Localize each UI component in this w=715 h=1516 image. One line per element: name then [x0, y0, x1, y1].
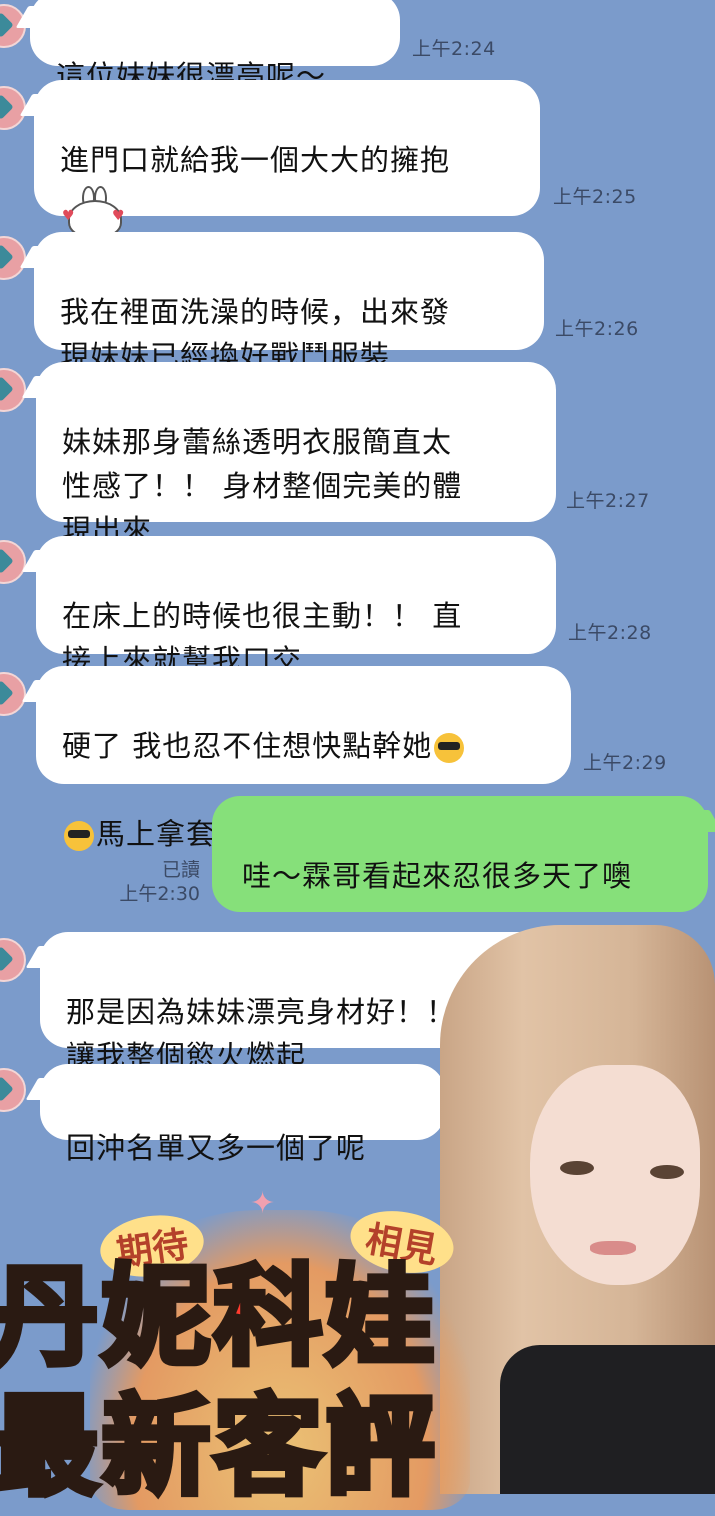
- message-time: 上午2:28: [568, 622, 652, 644]
- message-bubble[interactable]: 進門口就給我一個大大的擁抱 ♥ ♥: [34, 80, 540, 238]
- read-receipt: 已讀 上午2:30: [108, 858, 200, 906]
- message-bubble-outgoing[interactable]: 哇～霖哥看起來忍很多天了噢: [212, 796, 708, 987]
- message-bubble[interactable]: 妹妹那身蕾絲透明衣服簡直太 性感了！！ 身材整個完美的體 現出來: [36, 362, 556, 547]
- sender-avatar[interactable]: [0, 938, 26, 982]
- message-text: 硬了 我也忍不住想快點幹她: [62, 729, 433, 763]
- message-bubble[interactable]: 硬了 我也忍不住想快點幹她 馬上拿套子來套著就猛矝她: [36, 666, 571, 851]
- sender-avatar[interactable]: [0, 672, 26, 716]
- message-time: 上午2:27: [566, 490, 650, 512]
- message-bubble[interactable]: 這位妹妹很漂亮呢～: [30, 0, 400, 93]
- message-time: 上午2:29: [583, 752, 667, 774]
- sparkle-icon: ✦: [250, 1186, 276, 1221]
- promo-title-line2: 最新客評: [0, 1382, 439, 1513]
- sunglasses-emoji-icon: [64, 821, 94, 851]
- message-time: 上午2:25: [553, 186, 637, 208]
- message-text: 那是因為妹妹漂亮身材好！！ 讓我整個慾火燃起: [66, 995, 457, 1073]
- message-time: 上午2:26: [555, 318, 639, 340]
- sender-avatar[interactable]: [0, 86, 26, 130]
- sunglasses-emoji-icon: [434, 733, 465, 763]
- message-text: 妹妹那身蕾絲透明衣服簡直太 性感了！！ 身材整個完美的體 現出來: [62, 425, 463, 547]
- message-time: 上午2:24: [412, 38, 496, 60]
- bunny-sticker-icon: ♥ ♥: [62, 186, 125, 238]
- message-text: 哇～霖哥看起來忍很多天了噢: [242, 859, 633, 893]
- message-bubble[interactable]: 回沖名單又多一個了呢: [40, 1064, 445, 1165]
- read-label: 已讀: [161, 859, 200, 881]
- sender-avatar[interactable]: [0, 1068, 26, 1112]
- message-time: 上午2:30: [119, 883, 200, 905]
- message-bubble[interactable]: 我在裡面洗澡的時候，出來發 現妹妹已經換好戰鬥服裝: [34, 232, 544, 373]
- sender-avatar[interactable]: [0, 540, 26, 584]
- sender-avatar[interactable]: [0, 368, 26, 412]
- promo-banner: ✦ 期待 相見 丹妮科娃 最新客評: [0, 1150, 715, 1513]
- message-bubble[interactable]: 在床上的時候也很主動！！ 直 接上來就幫我口交: [36, 536, 556, 677]
- message-text: 進門口就給我一個大大的擁抱: [60, 143, 451, 177]
- sender-avatar[interactable]: [0, 236, 26, 280]
